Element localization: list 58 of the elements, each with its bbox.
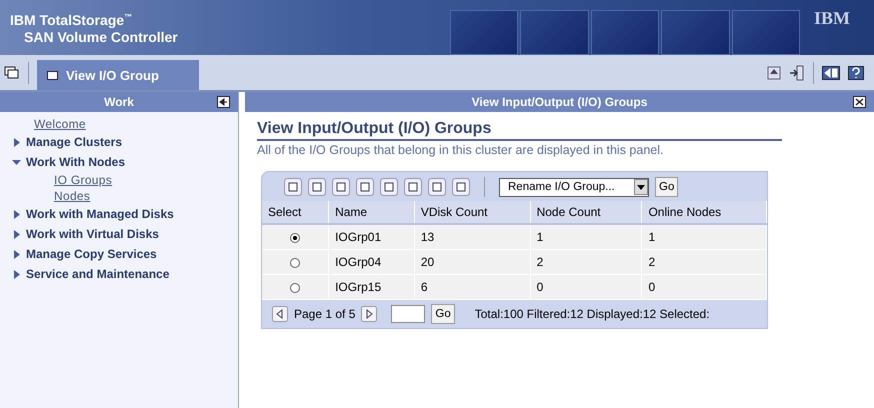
column-header[interactable]: Name	[328, 201, 414, 224]
table-cell: IOGrp04	[328, 250, 414, 274]
table-cell: 1	[530, 224, 642, 250]
table-cell: 2	[642, 250, 766, 274]
brand-title: IBM TotalStorage$^{™}$	[10, 12, 134, 28]
column-header[interactable]: Select	[262, 201, 329, 224]
windows-icon[interactable]	[4, 66, 20, 80]
product-title: SAN Volume Controller	[23, 29, 179, 45]
brand-logo: IBM	[813, 7, 851, 30]
nav-link[interactable]: IO Groups	[8, 172, 238, 188]
table-cell: IOGrp15	[328, 274, 414, 300]
nav-link[interactable]: Welcome	[8, 116, 238, 132]
go-button[interactable]: Go	[655, 177, 678, 197]
column-header[interactable]: Node Count	[530, 201, 642, 224]
column-header[interactable]: Online Nodes	[642, 201, 766, 224]
caret-right-icon[interactable]	[12, 138, 21, 146]
table-cell: 0	[530, 274, 642, 300]
table-summary: Total:100 Filtered:12 Displayed:12 Selected:	[474, 307, 710, 321]
page-tab[interactable]: View I/O Group	[37, 60, 199, 90]
table-cell: 2	[530, 250, 642, 274]
row-radio[interactable]	[290, 282, 300, 293]
column-header[interactable]: VDisk Count	[414, 201, 530, 224]
action-dropdown[interactable]: Rename I/O Group...	[499, 178, 649, 196]
panel-title: View Input/Output (I/O) Groups	[472, 95, 648, 109]
close-icon[interactable]	[853, 96, 866, 108]
nav-section[interactable]: Work With Nodes	[26, 152, 126, 172]
table-cell: 1	[642, 224, 766, 250]
row-radio[interactable]	[290, 232, 300, 243]
page-input[interactable]	[391, 305, 426, 323]
upload-icon[interactable]	[767, 66, 781, 80]
table-cell: IOGrp01	[328, 224, 414, 250]
nav-section[interactable]: Service and Maintenance	[26, 264, 170, 284]
collapse-icon[interactable]	[822, 66, 840, 80]
exit-icon[interactable]	[789, 64, 805, 80]
row-radio[interactable]	[290, 258, 300, 268]
go-button[interactable]: Go	[431, 304, 455, 324]
caret-right-icon[interactable]	[12, 230, 21, 238]
help-icon[interactable]	[848, 66, 864, 80]
sidebar-title: Work	[104, 95, 134, 109]
nav-section[interactable]: Work with Virtual Disks	[26, 224, 159, 244]
page-indicator: Page 1 of 5	[294, 307, 356, 321]
nav-section[interactable]: Manage Copy Services	[26, 244, 157, 264]
nav-section[interactable]: Manage Clusters	[26, 132, 122, 152]
caret-right-icon[interactable]	[12, 210, 21, 218]
page-description: All of the I/O Groups that belong in this cluster are displayed in this panel.	[257, 143, 664, 157]
nav-section[interactable]: Work with Managed Disks	[26, 204, 174, 224]
caret-right-icon[interactable]	[12, 250, 21, 258]
page-heading: View Input/Output (I/O) Groups	[257, 120, 782, 141]
caret-down-icon[interactable]	[12, 158, 21, 166]
table-cell: 0	[642, 274, 766, 300]
previous-page-icon[interactable]	[272, 306, 288, 322]
nav-link[interactable]: Nodes	[8, 188, 238, 204]
table-cell: 6	[414, 274, 530, 300]
table-cell: 13	[414, 224, 530, 250]
next-page-icon[interactable]	[361, 306, 378, 322]
table-cell: 20	[414, 250, 530, 274]
collapse-icon[interactable]	[217, 96, 230, 108]
caret-right-icon[interactable]	[12, 270, 21, 278]
